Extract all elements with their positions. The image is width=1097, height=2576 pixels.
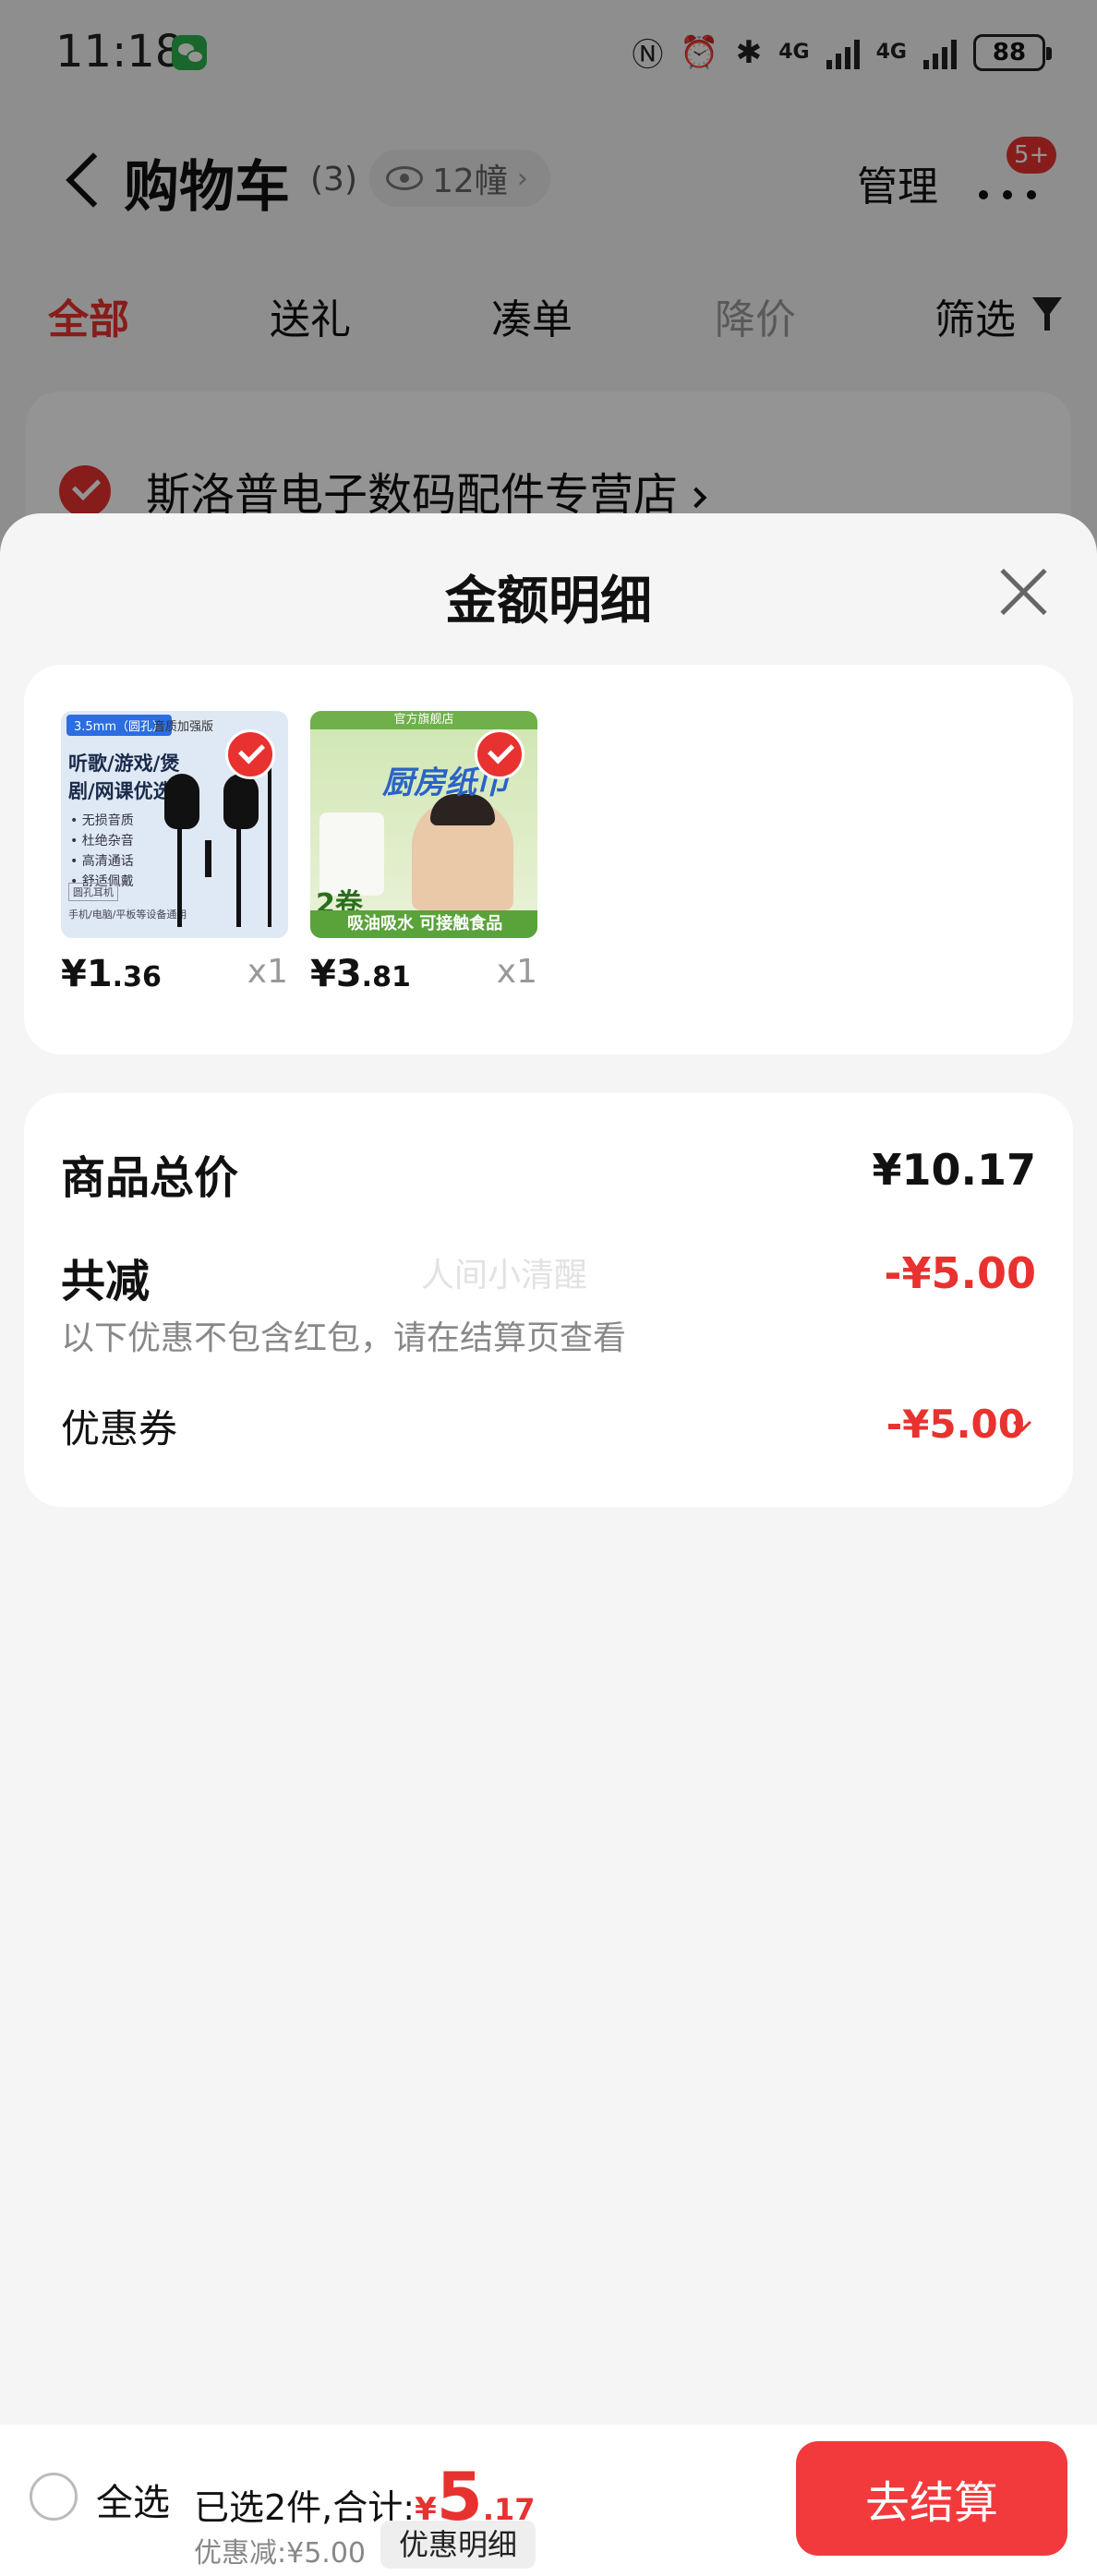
selected-check-icon bbox=[225, 729, 275, 779]
earphone-thumbnail: 3.5mm（圆孔） 音质加强版 听歌/游戏/煲剧/网课优选 • 无损音质 • 杜… bbox=[61, 711, 288, 938]
image-bullet: • 无损音质 bbox=[70, 813, 134, 828]
earphone-wire bbox=[177, 825, 182, 927]
discount-detail-button[interactable]: 优惠明细 bbox=[380, 2521, 536, 2569]
item-price: ¥1.36 bbox=[61, 953, 162, 995]
selected-check-icon bbox=[475, 729, 524, 779]
reduction-label: 共减 bbox=[61, 1256, 151, 1307]
select-all-label[interactable]: 全选 bbox=[96, 2473, 170, 2526]
sheet-title: 金额明细 bbox=[445, 572, 652, 632]
item-price-dec: .81 bbox=[361, 961, 411, 993]
image-bullets: • 无损音质 • 杜绝杂音 • 高清通话 • 舒适佩戴 bbox=[70, 811, 134, 892]
coupon-value[interactable]: -¥5.00 bbox=[886, 1402, 1025, 1447]
image-bullet: • 杜绝杂音 bbox=[70, 834, 134, 849]
item-price-int: ¥1 bbox=[61, 953, 113, 995]
total-price-value: ¥10.17 bbox=[872, 1145, 1036, 1195]
earphone-jack bbox=[205, 840, 211, 877]
checkout-button[interactable]: 去结算 bbox=[796, 2441, 1067, 2556]
image-top-banner: 官方旗舰店 bbox=[310, 711, 537, 729]
item-price-int: ¥3 bbox=[310, 953, 362, 995]
image-bullet: • 高清通话 bbox=[70, 854, 134, 869]
total-price-label: 商品总价 bbox=[61, 1152, 239, 1204]
image-bottom-banner: 吸油吸水 可接触食品 bbox=[310, 910, 537, 938]
image-label: 圆孔耳机 bbox=[68, 883, 118, 901]
earphone-wire bbox=[236, 825, 241, 927]
earbud-shape bbox=[223, 774, 259, 829]
item-quantity: x1 bbox=[496, 953, 537, 991]
items-card: 3.5mm（圆孔） 音质加强版 听歌/游戏/煲剧/网课优选 • 无损音质 • 杜… bbox=[24, 665, 1073, 1054]
product-item[interactable]: 官方旗舰店 厨房纸巾 2卷 吸油吸水 可接触食品 ¥3.81 x1 bbox=[310, 711, 537, 995]
item-price-dec: .36 bbox=[112, 961, 162, 993]
product-item[interactable]: 3.5mm（圆孔） 音质加强版 听歌/游戏/煲剧/网课优选 • 无损音质 • 杜… bbox=[61, 711, 288, 995]
price-summary-card: 商品总价 ¥10.17 人间小清醒 共减 -¥5.00 以下优惠不包含红包，请在… bbox=[24, 1093, 1073, 1507]
item-price: ¥3.81 bbox=[310, 953, 411, 995]
watermark: 人间小清醒 bbox=[421, 1257, 588, 1294]
image-foot: 手机/电脑/平板等设备通用 bbox=[68, 909, 187, 921]
reduction-value: -¥5.00 bbox=[884, 1248, 1036, 1298]
image-tag-sub: 音质加强版 bbox=[153, 720, 214, 734]
discount-summary: 优惠减:¥5.00 bbox=[194, 2537, 366, 2570]
select-all-checkbox[interactable] bbox=[30, 2473, 78, 2521]
checkout-bar: 全选 已选2件,合计:¥5.17 优惠减:¥5.00 优惠明细 去结算 bbox=[0, 2425, 1097, 2576]
coupon-label: 优惠券 bbox=[61, 1406, 178, 1451]
discount-note: 以下优惠不包含红包，请在结算页查看 bbox=[61, 1319, 627, 1357]
earbud-shape bbox=[164, 774, 199, 829]
tissue-thumbnail: 官方旗舰店 厨房纸巾 2卷 吸油吸水 可接触食品 bbox=[310, 711, 537, 938]
item-quantity: x1 bbox=[247, 953, 288, 991]
amount-detail-sheet: 金额明细 3.5mm（圆孔） 音质加强版 听歌/游戏/煲剧/网课优选 • 无损音… bbox=[0, 513, 1097, 2576]
selected-count-text: 已选2件,合计: bbox=[194, 2487, 416, 2528]
close-icon[interactable] bbox=[994, 561, 1055, 622]
